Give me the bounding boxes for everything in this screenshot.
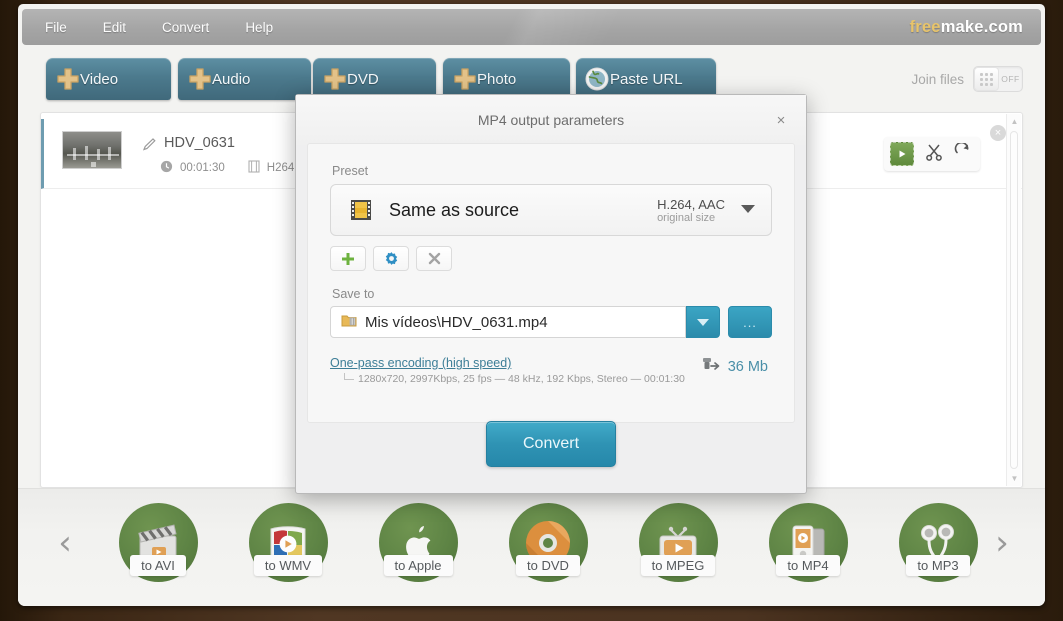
format-button-mpeg[interactable]: to MPEG <box>630 503 726 582</box>
tree-elbow-icon <box>344 373 354 380</box>
clock-icon <box>160 160 173 176</box>
format-button-mp3[interactable]: to MP3 <box>890 503 986 582</box>
filmstrip-preset-icon <box>349 198 373 222</box>
file-name: HDV_0631 <box>164 135 235 151</box>
estimated-filesize: 36 Mb <box>701 356 768 377</box>
preset-name: Same as source <box>389 199 520 220</box>
preset-codec: H.264, AAC <box>657 196 725 212</box>
file-duration: 00:01:30 <box>180 162 225 174</box>
export-icon <box>701 356 721 377</box>
menu-bar: File Edit Convert Help freemake.com <box>22 9 1041 45</box>
format-button-dvd[interactable]: to DVD <box>500 503 596 582</box>
format-button-avi[interactable]: to AVI <box>110 503 206 582</box>
app-window-frame: File Edit Convert Help freemake.com Vide… <box>0 0 1063 621</box>
preset-selector[interactable]: Same as source H.264, AAC original size <box>330 184 772 236</box>
scissors-icon[interactable] <box>924 142 944 167</box>
convert-button[interactable]: Convert <box>486 421 616 467</box>
menu-item-convert[interactable]: Convert <box>149 17 222 38</box>
format-button-mp4[interactable]: to MP4 <box>760 503 856 582</box>
format-label: to DVD <box>516 555 580 576</box>
brand-logo: freemake.com <box>910 18 1023 37</box>
tab-label: Audio <box>212 70 251 88</box>
save-to-input[interactable]: Mis vídeos\HDV_0631.mp4 <box>330 306 686 338</box>
format-button-apple[interactable]: to Apple <box>370 503 466 582</box>
grid-icon <box>974 67 999 91</box>
video-thumbnail <box>62 131 122 169</box>
menu-item-edit[interactable]: Edit <box>90 17 139 38</box>
scroll-down-icon[interactable]: ▼ <box>1007 471 1022 486</box>
join-files-state: OFF <box>1001 74 1020 84</box>
play-icon[interactable] <box>890 142 914 166</box>
join-files-toggle[interactable]: OFF <box>973 66 1023 92</box>
rotate-icon[interactable] <box>954 141 972 166</box>
plus-icon <box>56 67 80 91</box>
format-prev-button[interactable]: ‹ <box>48 523 82 563</box>
mp4-output-parameters-dialog: MP4 output parameters × Preset Same as s… <box>295 94 807 494</box>
browse-button[interactable]: ... <box>728 306 772 338</box>
plus-icon <box>188 67 212 91</box>
brand-suffix: make.com <box>940 17 1023 36</box>
add-preset-button[interactable] <box>330 246 366 271</box>
tab-label: Paste URL <box>610 70 683 88</box>
scroll-up-icon[interactable]: ▲ <box>1007 114 1022 129</box>
format-label: to MPEG <box>640 555 716 576</box>
preset-section-label: Preset <box>332 164 369 178</box>
file-list-scrollbar[interactable]: ▲ ▼ <box>1006 114 1021 486</box>
menu-item-file[interactable]: File <box>32 17 80 38</box>
delete-preset-button[interactable] <box>416 246 452 271</box>
save-to-path: Mis vídeos\HDV_0631.mp4 <box>365 313 548 331</box>
preset-size: original size <box>657 211 716 224</box>
save-to-label: Save to <box>332 287 375 301</box>
folder-icon <box>341 313 357 332</box>
format-button-wmv[interactable]: to WMV <box>240 503 336 582</box>
encoding-mode-link[interactable]: One-pass encoding (high speed) <box>330 356 511 370</box>
application-window: File Edit Convert Help freemake.com Vide… <box>18 4 1045 606</box>
close-icon[interactable]: × <box>770 109 792 131</box>
tab-label: Video <box>80 70 119 88</box>
tab-add-video[interactable]: Video <box>46 58 171 100</box>
tab-label: DVD <box>347 70 379 88</box>
format-next-button[interactable]: › <box>985 523 1019 563</box>
row-action-buttons <box>884 137 980 171</box>
plus-icon <box>453 67 477 91</box>
globe-icon <box>584 66 610 92</box>
output-format-bar: ‹ › to AVI to WMV to Apple to DVD to MPE… <box>18 488 1045 606</box>
dialog-title: MP4 output parameters <box>296 95 806 145</box>
preset-details: H.264, AAC original size <box>657 197 725 224</box>
brand-prefix: free <box>909 17 941 36</box>
scrollbar-thumb[interactable] <box>1010 131 1018 469</box>
join-files-control: Join files OFF <box>911 66 1023 92</box>
format-label: to MP4 <box>776 555 840 576</box>
chevron-down-icon[interactable] <box>741 205 755 213</box>
tab-label: Photo <box>477 70 517 88</box>
encoding-detail-text: 1280x720, 2997Kbps, 25 fps — 48 kHz, 192… <box>358 373 685 385</box>
filesize-value: 36 Mb <box>727 358 768 375</box>
save-to-row: Mis vídeos\HDV_0631.mp4 ... <box>330 306 772 338</box>
format-label: to Apple <box>383 555 453 576</box>
rename-pencil-icon[interactable] <box>142 137 157 157</box>
format-label: to WMV <box>253 555 323 576</box>
format-label: to AVI <box>130 555 186 576</box>
encoding-detail: 1280x720, 2997Kbps, 25 fps — 48 kHz, 192… <box>344 373 685 385</box>
filmstrip-icon <box>248 160 260 176</box>
save-to-dropdown-button[interactable] <box>686 306 720 338</box>
tab-add-audio[interactable]: Audio <box>178 58 311 100</box>
join-files-label: Join files <box>911 71 964 87</box>
remove-file-button[interactable]: × <box>990 125 1006 141</box>
preset-action-buttons <box>330 246 452 271</box>
edit-preset-button[interactable] <box>373 246 409 271</box>
menu-item-help[interactable]: Help <box>232 17 286 38</box>
plus-icon <box>323 67 347 91</box>
dialog-body: Preset Same as source H.264, AAC origina… <box>307 143 795 423</box>
format-label: to MP3 <box>906 555 970 576</box>
